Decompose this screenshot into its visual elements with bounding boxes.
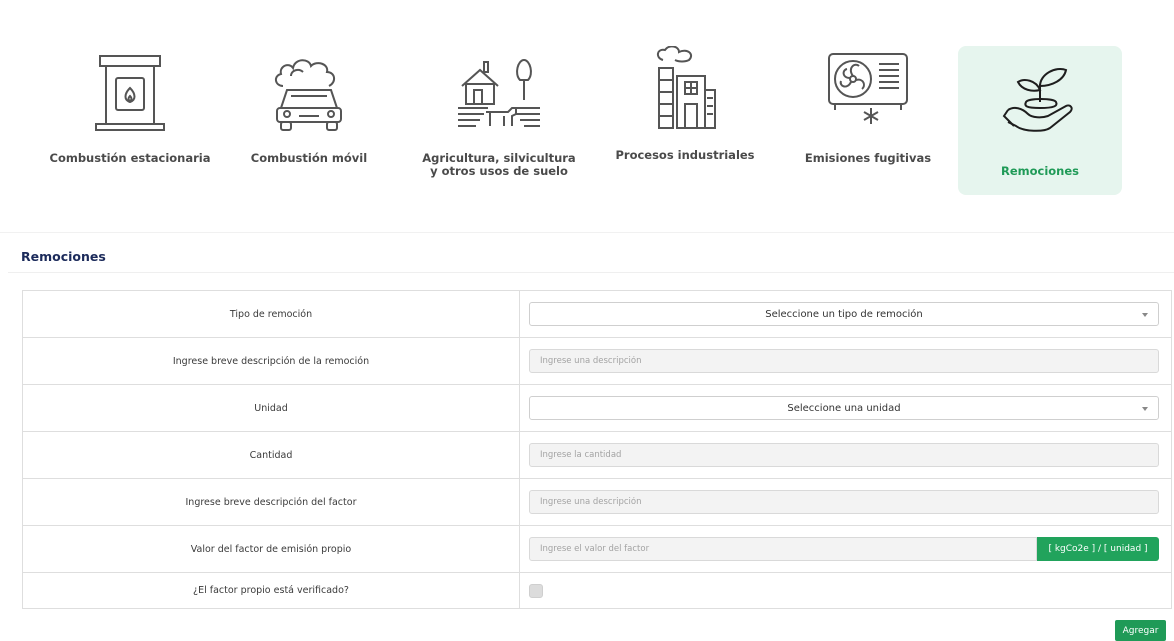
category-card-remociones[interactable]: Remociones — [958, 46, 1122, 195]
divider — [8, 272, 1174, 273]
farm-icon — [417, 46, 581, 141]
plant-in-hand-icon — [958, 46, 1122, 141]
add-button[interactable]: Agregar — [1115, 620, 1166, 641]
factory-icon — [603, 46, 767, 141]
field-label: Tipo de remoción — [23, 291, 520, 337]
category-label: Combustión móvil — [250, 151, 368, 165]
verified-checkbox[interactable] — [529, 583, 543, 598]
fireplace-icon — [48, 46, 212, 141]
category-label: Remociones — [1000, 164, 1080, 178]
form-row-removal-description: Ingrese breve descripción de la remoción — [23, 338, 1171, 385]
air-conditioner-icon — [786, 46, 950, 141]
form-row-quantity: Cantidad — [23, 432, 1171, 479]
field-label: Ingrese breve descripción de la remoción — [23, 338, 520, 384]
field-label: Cantidad — [23, 432, 520, 478]
category-card-combustion-movil[interactable]: Combustión móvil — [227, 46, 391, 195]
removal-description-input[interactable] — [529, 349, 1159, 373]
removal-form: Tipo de remoción Seleccione un tipo de r… — [22, 290, 1172, 609]
chevron-down-icon — [1142, 313, 1148, 317]
factor-value-input[interactable] — [529, 537, 1037, 561]
unit-addon: [ kgCo2e ] / [ unidad ] — [1037, 537, 1159, 561]
category-card-agricultura[interactable]: Agricultura, silvicultura y otros usos d… — [417, 46, 581, 195]
category-card-combustion-estacionaria[interactable]: Combustión estacionaria — [48, 46, 212, 195]
form-row-factor-value: Valor del factor de emisión propio [ kgC… — [23, 526, 1171, 573]
form-row-factor-description: Ingrese breve descripción del factor — [23, 479, 1171, 526]
chevron-down-icon — [1142, 407, 1148, 411]
category-card-emisiones-fugitivas[interactable]: Emisiones fugitivas — [786, 46, 950, 195]
field-label: Ingrese breve descripción del factor — [23, 479, 520, 525]
factor-value-group: [ kgCo2e ] / [ unidad ] — [529, 537, 1159, 561]
form-row-removal-type: Tipo de remoción Seleccione un tipo de r… — [23, 291, 1171, 338]
category-card-procesos-industriales[interactable]: Procesos industriales — [603, 46, 767, 195]
category-label: Emisiones fugitivas — [804, 151, 932, 165]
category-label: Combustión estacionaria — [49, 151, 211, 165]
category-label: Procesos industriales — [615, 148, 755, 162]
form-row-unit: Unidad Seleccione una unidad — [23, 385, 1171, 432]
select-value: Seleccione un tipo de remoción — [765, 308, 923, 320]
field-label: Valor del factor de emisión propio — [23, 526, 520, 572]
field-label: ¿El factor propio está verificado? — [23, 573, 520, 608]
category-selector: Combustión estacionaria Combustión móvil — [0, 0, 1174, 232]
section-title: Remociones — [21, 249, 106, 264]
select-value: Seleccione una unidad — [787, 402, 901, 414]
unit-select[interactable]: Seleccione una unidad — [529, 396, 1159, 420]
field-label: Unidad — [23, 385, 520, 431]
factor-description-input[interactable] — [529, 490, 1159, 514]
form-row-verified: ¿El factor propio está verificado? — [23, 573, 1171, 609]
car-smoke-icon — [227, 46, 391, 141]
quantity-input[interactable] — [529, 443, 1159, 467]
removal-type-select[interactable]: Seleccione un tipo de remoción — [529, 302, 1159, 326]
category-label: Agricultura, silvicultura y otros usos d… — [422, 151, 576, 178]
divider — [0, 232, 1174, 233]
